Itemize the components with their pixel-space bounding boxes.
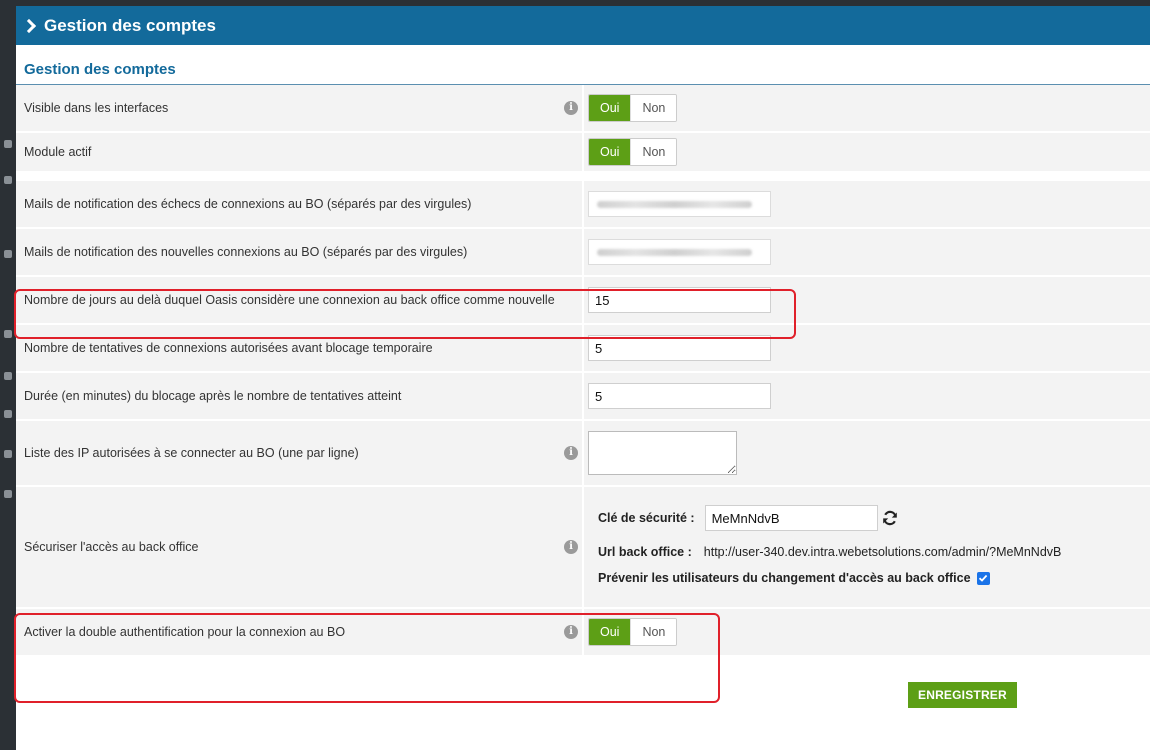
info-icon[interactable]: i bbox=[564, 446, 578, 460]
section-title: Gestion des comptes bbox=[24, 61, 176, 78]
url-line: Url back office : http://user-340.dev.in… bbox=[598, 545, 1061, 559]
visible-yes-button[interactable]: Oui bbox=[589, 95, 631, 121]
settings-form: Visible dans les interfaces i Oui Non Mo… bbox=[16, 85, 1150, 657]
visible-no-button[interactable]: Non bbox=[630, 95, 677, 121]
row-value bbox=[584, 421, 1150, 485]
row-module: Module actif Oui Non bbox=[16, 133, 1150, 181]
row-ips: Liste des IP autorisées à se connecter a… bbox=[16, 421, 1150, 487]
row-mail-new: Mails de notification des nouvelles conn… bbox=[16, 229, 1150, 277]
security-block: Clé de sécurité : Url back office : http… bbox=[588, 487, 1061, 611]
label-text: Mails de notification des échecs de conn… bbox=[24, 197, 472, 211]
row-value bbox=[584, 181, 1150, 227]
row-label: Mails de notification des nouvelles conn… bbox=[16, 229, 582, 275]
label-text: Sécuriser l'accès au back office bbox=[24, 540, 199, 554]
label-text: Mails de notification des nouvelles conn… bbox=[24, 245, 468, 259]
modal-header: Gestion des comptes bbox=[16, 6, 1150, 45]
notify-line: Prévenir les utilisateurs du changement … bbox=[598, 571, 1061, 585]
row-label: Mails de notification des échecs de conn… bbox=[16, 181, 582, 227]
label-text: Liste des IP autorisées à se connecter a… bbox=[24, 446, 359, 460]
mail-fail-input[interactable] bbox=[588, 191, 771, 217]
module-yes-button[interactable]: Oui bbox=[589, 139, 631, 165]
checkbox-checked-icon bbox=[978, 574, 988, 582]
label-text: Durée (en minutes) du blocage après le n… bbox=[24, 389, 402, 403]
visible-toggle: Oui Non bbox=[588, 94, 678, 122]
modal-title: Gestion des comptes bbox=[44, 15, 216, 35]
save-button[interactable]: ENREGISTRER bbox=[908, 682, 1017, 708]
chevron-right-icon bbox=[21, 18, 37, 33]
module-no-button[interactable]: Non bbox=[630, 139, 677, 165]
row-mail-fail: Mails de notification des échecs de conn… bbox=[16, 181, 1150, 229]
label-text: Nombre de tentatives de connexions autor… bbox=[24, 341, 433, 355]
url-value: http://user-340.dev.intra.webetsolutions… bbox=[703, 545, 1062, 559]
url-label: Url back office : bbox=[598, 545, 692, 559]
ip-list-textarea[interactable] bbox=[588, 431, 737, 475]
refresh-icon[interactable] bbox=[882, 510, 898, 526]
duration-input[interactable] bbox=[588, 383, 771, 409]
highlight-days-row bbox=[14, 289, 796, 339]
row-label: Visible dans les interfaces i bbox=[16, 85, 582, 131]
row-visible: Visible dans les interfaces i Oui Non bbox=[16, 85, 1150, 133]
label-text: Visible dans les interfaces bbox=[24, 101, 169, 115]
module-toggle: Oui Non bbox=[588, 138, 678, 166]
highlight-twofa-row bbox=[14, 613, 720, 703]
mail-new-input[interactable] bbox=[588, 239, 771, 265]
security-key-label: Clé de sécurité : bbox=[598, 511, 695, 525]
notify-label: Prévenir les utilisateurs du changement … bbox=[598, 571, 971, 585]
row-duration: Durée (en minutes) du blocage après le n… bbox=[16, 373, 1150, 421]
row-label: Liste des IP autorisées à se connecter a… bbox=[16, 421, 582, 485]
row-value bbox=[584, 373, 1150, 419]
info-icon[interactable]: i bbox=[564, 540, 578, 554]
row-secure: Sécuriser l'accès au back office i Clé d… bbox=[16, 487, 1150, 609]
row-value: Oui Non bbox=[584, 133, 1150, 171]
security-key-input[interactable] bbox=[704, 505, 878, 531]
row-value bbox=[584, 229, 1150, 275]
notify-checkbox[interactable] bbox=[976, 571, 990, 585]
row-label: Durée (en minutes) du blocage après le n… bbox=[16, 373, 582, 419]
row-label: Module actif bbox=[16, 133, 582, 171]
security-key-line: Clé de sécurité : bbox=[598, 505, 1061, 531]
label-text: Module actif bbox=[24, 145, 92, 159]
row-value: Clé de sécurité : Url back office : http… bbox=[584, 487, 1150, 607]
info-icon[interactable]: i bbox=[564, 101, 578, 115]
row-value: Oui Non bbox=[584, 85, 1150, 131]
row-label: Sécuriser l'accès au back office i bbox=[16, 487, 582, 607]
